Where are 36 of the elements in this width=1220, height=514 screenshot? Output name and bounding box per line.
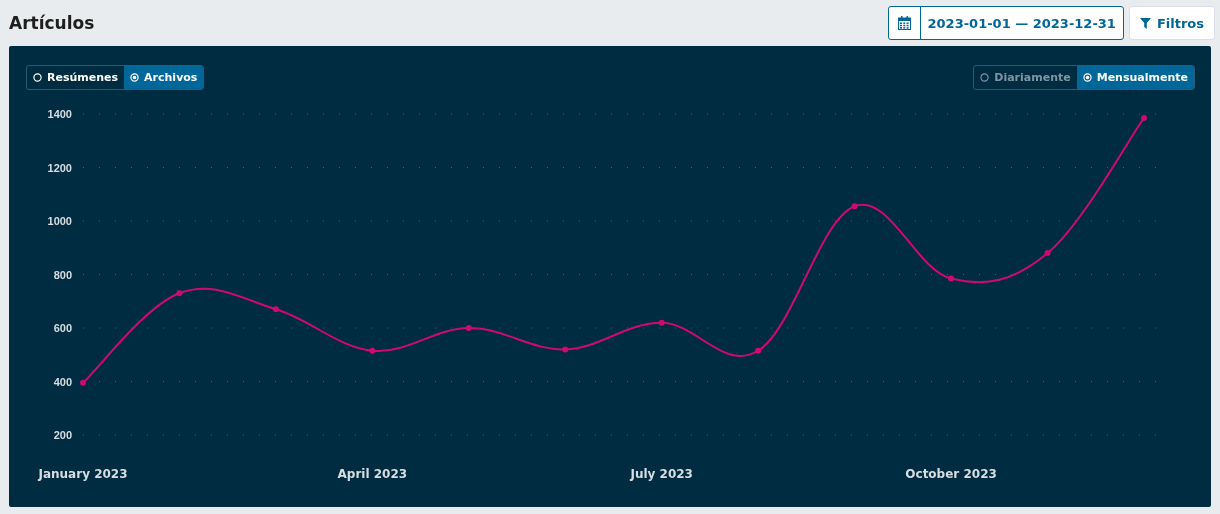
y-axis-label: 600 xyxy=(53,322,72,334)
y-axis-label: 1400 xyxy=(47,108,72,120)
data-point xyxy=(369,347,376,354)
radio-icon xyxy=(980,73,990,82)
data-point xyxy=(1141,115,1147,121)
toggle-option[interactable]: Mensualmente xyxy=(1076,66,1194,89)
radio-selected-icon xyxy=(130,73,140,82)
data-point xyxy=(176,290,183,297)
x-axis-label: April 2023 xyxy=(337,467,408,481)
toggle-option[interactable]: Archivos xyxy=(124,66,204,89)
x-axis-label: January 2023 xyxy=(38,467,128,481)
y-axis-label: 400 xyxy=(53,375,72,388)
radio-icon xyxy=(33,73,42,82)
filter-button[interactable]: Filtros xyxy=(1128,6,1215,40)
date-range-button[interactable]: 2023-01-01 — 2023-12-31 xyxy=(887,6,1124,40)
radio-selected-icon xyxy=(1082,73,1092,82)
y-axis-label: 1000 xyxy=(47,215,72,227)
filter-icon xyxy=(1139,17,1151,29)
x-axis-label: October 2023 xyxy=(905,467,997,481)
data-point xyxy=(851,203,858,210)
data-point xyxy=(1044,250,1051,257)
calendar-icon xyxy=(897,16,911,30)
data-point xyxy=(465,325,472,331)
data-point xyxy=(272,306,279,313)
y-axis-label: 1200 xyxy=(47,161,72,174)
data-point xyxy=(658,319,665,326)
data-point xyxy=(562,346,569,353)
y-axis-label: 200 xyxy=(53,429,72,441)
data-point xyxy=(80,379,86,386)
toggle-option[interactable]: Resúmenes xyxy=(27,66,125,89)
y-axis-label: 800 xyxy=(53,268,72,281)
data-point xyxy=(755,347,762,354)
page-title: Artículos xyxy=(9,13,95,33)
toggle-option[interactable]: Diariamente xyxy=(974,66,1077,89)
data-point xyxy=(948,275,955,282)
x-axis-label: July 2023 xyxy=(630,467,693,481)
